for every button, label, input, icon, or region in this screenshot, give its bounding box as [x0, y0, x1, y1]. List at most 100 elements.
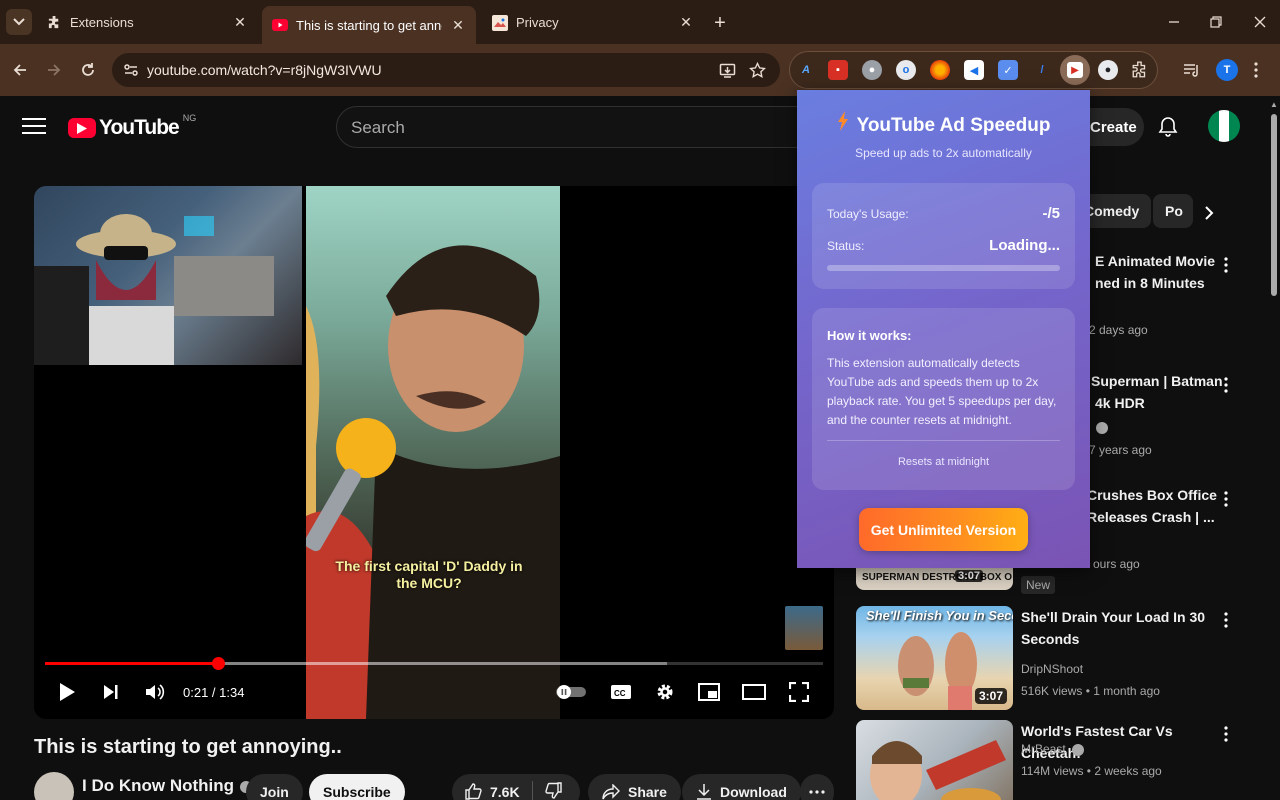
rec-more-icon[interactable] [1218, 255, 1234, 275]
channel-avatar[interactable] [34, 772, 74, 800]
how-text: This extension automatically detects You… [827, 356, 1057, 427]
close-tab-icon[interactable]: ✕ [678, 14, 694, 31]
subtitles-button[interactable]: CC [608, 678, 634, 706]
subscribe-button[interactable]: Subscribe [309, 774, 405, 800]
progress-scrubber[interactable] [212, 657, 226, 670]
rec-more-icon[interactable] [1218, 726, 1234, 746]
url-text[interactable]: youtube.com/watch?v=r8jNgW3IVWU [147, 62, 382, 78]
verified-badge-icon [1071, 743, 1084, 756]
extensions-tray: A ▪ ● o ◀ ✓ / ▶ ● [789, 51, 1158, 89]
search-input[interactable] [351, 117, 791, 139]
page-scrollbar[interactable]: ▲ [1268, 96, 1280, 800]
tab-title: Privacy [516, 15, 559, 30]
settings-button[interactable] [652, 678, 678, 706]
ext-arrow-icon[interactable]: ◀ [964, 60, 984, 80]
ext-circle-icon[interactable]: o [896, 60, 916, 80]
reset-note: Resets at midnight [897, 456, 990, 468]
rec-title-line[interactable]: 4k HDR [1095, 395, 1145, 411]
ext-check-icon[interactable]: ✓ [998, 60, 1018, 80]
bookmark-star-icon[interactable] [746, 59, 768, 81]
time-display: 0:21 / 1:34 [183, 685, 245, 700]
tab-privacy[interactable]: Privacy ✕ [482, 6, 704, 39]
miniplayer-button[interactable] [696, 678, 722, 706]
reload-button[interactable] [74, 56, 102, 84]
get-unlimited-button[interactable]: Get Unlimited Version [859, 508, 1028, 551]
menu-icon[interactable] [22, 118, 46, 136]
scrollbar-thumb[interactable] [1271, 114, 1277, 296]
tab-extensions[interactable]: Extensions ✕ [36, 6, 258, 39]
progress-bar[interactable] [45, 657, 823, 670]
rec-title-line[interactable]: Releases Crash | ... [1087, 509, 1215, 525]
join-button[interactable]: Join [246, 774, 303, 800]
channel-name[interactable]: I Do Know Nothing [82, 776, 253, 796]
rec-thumbnail[interactable] [856, 720, 1013, 800]
recommendation-item[interactable]: She'll Finish You in Seconds 3:07 She'll… [856, 606, 1256, 712]
restore-button[interactable] [1196, 8, 1236, 36]
notifications-bell-icon[interactable] [1156, 115, 1182, 141]
rec-title-line[interactable]: Superman | Batman [1091, 373, 1223, 389]
duration-badge: 3:07 [974, 688, 1007, 704]
rec-more-icon[interactable] [1218, 489, 1234, 509]
gear-icon [657, 684, 673, 700]
thumbs-down-icon[interactable] [544, 781, 563, 800]
browser-menu-button[interactable] [1242, 56, 1270, 84]
close-window-button[interactable] [1240, 8, 1280, 36]
address-bar[interactable]: youtube.com/watch?v=r8jNgW3IVWU [112, 53, 780, 87]
thumbs-up-icon[interactable] [464, 782, 482, 800]
close-tab-icon[interactable]: ✕ [232, 14, 248, 31]
minimize-icon [1169, 21, 1179, 23]
more-horizontal-icon [809, 790, 825, 794]
rec-title-line[interactable]: ned in 8 Minutes [1095, 275, 1205, 291]
ext-youtube-ad-speedup-icon[interactable]: ▶ [1060, 55, 1090, 85]
forward-button[interactable] [40, 56, 68, 84]
tab-youtube-video[interactable]: This is starting to get annoying.. ✕ [262, 6, 476, 44]
site-info-icon[interactable] [120, 59, 142, 81]
rec-channel[interactable]: MrBeast [1021, 742, 1084, 756]
recommendation-item[interactable]: World's Fastest Car Vs Cheetah! MrBeast … [856, 720, 1256, 800]
video-player[interactable]: The first capital 'D' Daddy in the MCU? … [34, 186, 834, 719]
rec-meta: 7 years ago [1089, 443, 1152, 457]
back-button[interactable] [6, 56, 34, 84]
rec-title-line[interactable]: E Animated Movie [1095, 253, 1215, 269]
ext-text-icon[interactable]: A [796, 60, 816, 80]
rec-thumbnail-partial[interactable]: SUPERMAN DESTROYS BOX O 3:07 [856, 568, 1013, 590]
chips-next-button[interactable] [1198, 202, 1220, 224]
more-actions-button[interactable] [800, 774, 834, 800]
ext-record-icon[interactable]: ● [1098, 60, 1118, 80]
extensions-puzzle-icon[interactable] [1130, 60, 1150, 80]
mute-button[interactable] [142, 678, 168, 706]
chip-podcasts[interactable]: Po [1153, 194, 1193, 228]
theater-mode-button[interactable] [740, 678, 768, 706]
autoplay-toggle[interactable] [554, 678, 588, 706]
rec-more-icon[interactable] [1218, 375, 1234, 395]
account-avatar[interactable] [1208, 110, 1240, 142]
play-icon [60, 683, 75, 701]
play-button[interactable] [54, 678, 80, 706]
fullscreen-button[interactable] [786, 678, 812, 706]
minimize-button[interactable] [1154, 8, 1194, 36]
download-button[interactable]: Download [682, 774, 801, 800]
new-tab-button[interactable]: + [708, 11, 732, 35]
close-tab-icon[interactable]: ✕ [450, 17, 466, 33]
next-button[interactable] [98, 678, 124, 706]
endscreen-thumbnail[interactable] [785, 606, 823, 650]
ext-camera-icon[interactable]: ● [862, 60, 882, 80]
video-frame [304, 186, 560, 719]
tab-title: Extensions [70, 15, 134, 30]
rec-channel[interactable]: DripNShoot [1021, 662, 1083, 676]
ext-feather-icon[interactable]: / [1032, 60, 1052, 80]
reading-list-button[interactable] [1178, 56, 1206, 84]
rec-more-icon[interactable] [1218, 612, 1234, 632]
install-app-icon[interactable] [716, 59, 738, 81]
like-count[interactable]: 7.6K [490, 784, 520, 800]
ext-screen-recorder-icon[interactable]: ▪ [828, 60, 848, 80]
ext-firefox-icon[interactable] [930, 60, 950, 80]
scroll-up-arrow-icon[interactable]: ▲ [1270, 100, 1278, 109]
rec-title[interactable]: She'll Drain Your Load In 30 Seconds [1021, 606, 1217, 650]
profile-avatar[interactable]: T [1216, 59, 1238, 81]
rec-thumbnail[interactable]: She'll Finish You in Seconds 3:07 [856, 606, 1013, 710]
rec-title-line[interactable]: Crushes Box Office [1087, 487, 1217, 503]
tab-search-button[interactable] [6, 9, 32, 35]
share-button[interactable]: Share [588, 774, 681, 800]
youtube-logo[interactable]: YouTube NG [68, 113, 196, 140]
